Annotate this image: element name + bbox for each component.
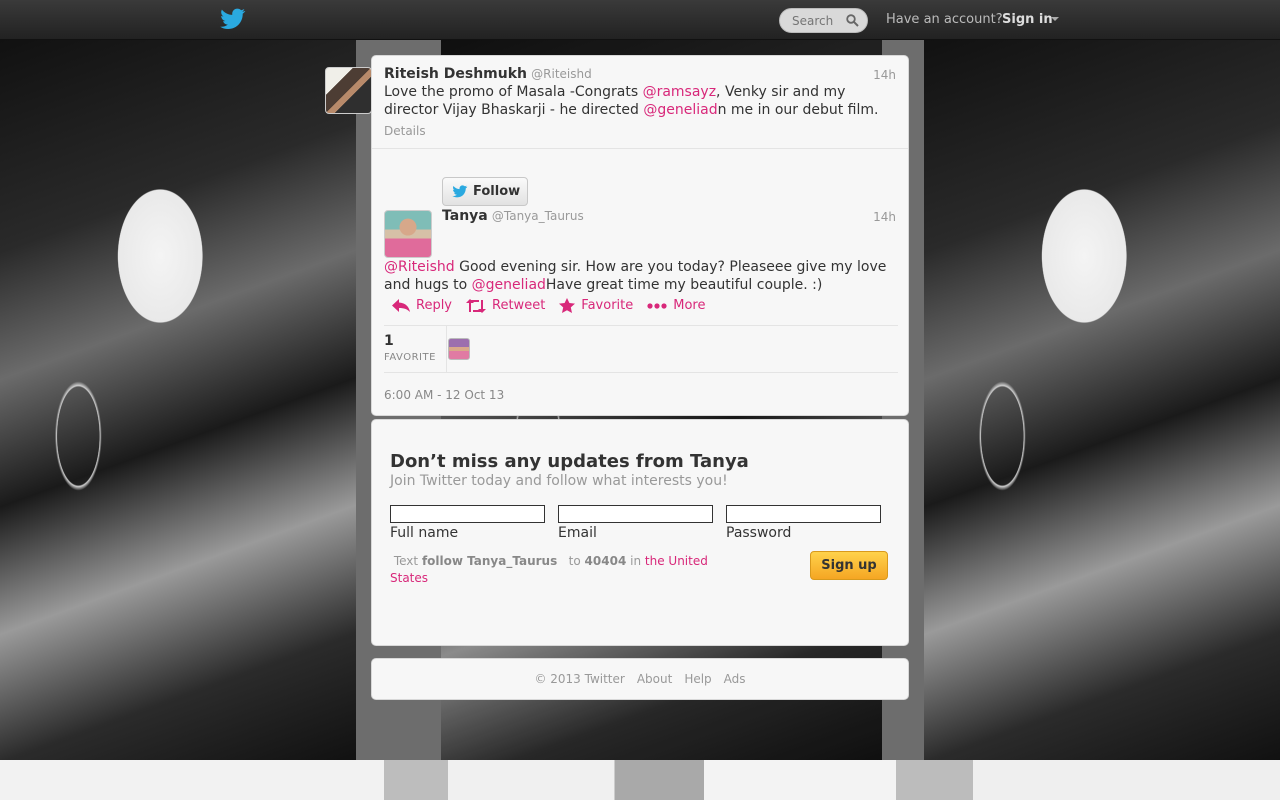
tweet-time[interactable]: 14h: [873, 210, 896, 224]
more-label: More: [673, 298, 706, 313]
signup-subtitle: Join Twitter today and follow what inter…: [390, 473, 728, 489]
follow-button[interactable]: Follow: [442, 177, 528, 206]
reply-label: Reply: [416, 298, 453, 313]
parent-tweet-text-part1: Love the promo of Masala -Congrats: [384, 84, 643, 100]
sms-command: follow Tanya_Taurus: [421, 554, 558, 568]
star-icon: [559, 298, 576, 313]
favorite-action[interactable]: Favorite: [559, 298, 633, 313]
copyright-text: © 2013 Twitter: [534, 672, 625, 686]
parent-tweet-avatar[interactable]: [325, 67, 372, 114]
tweet-stats: 1 FAVORITE: [384, 325, 898, 373]
footer-help-link[interactable]: Help: [684, 672, 711, 686]
favorite-count[interactable]: 1: [384, 333, 394, 349]
more-action[interactable]: More: [647, 298, 705, 313]
favorite-label: Favorite: [581, 298, 634, 313]
tweet-author-name[interactable]: Tanya: [442, 208, 488, 224]
password-field-group: Password: [726, 505, 881, 541]
full-name-label: Full name: [390, 525, 459, 541]
sms-number: 40404: [584, 554, 627, 568]
signup-card: Don’t miss any updates from Tanya Join T…: [371, 419, 909, 646]
favoriter-avatar[interactable]: [448, 338, 470, 360]
email-field-group: Email: [558, 505, 713, 541]
favorite-count-label: FAVORITE: [384, 352, 436, 363]
email-label: Email: [558, 525, 597, 541]
tweet-datetime[interactable]: 6:00 AM - 12 Oct 13: [384, 388, 504, 402]
full-name-input[interactable]: [390, 505, 545, 523]
tweet-author-handle[interactable]: @Tanya_Taurus: [492, 209, 584, 223]
retweet-icon: [466, 298, 487, 313]
background-photo-right: [924, 40, 1280, 760]
signup-button[interactable]: Sign up: [810, 551, 888, 580]
sms-to-word: to: [568, 554, 581, 568]
parent-tweet: Riteish Deshmukh @Riteishd 14h Love the …: [372, 56, 908, 149]
chevron-down-icon[interactable]: [1051, 17, 1059, 21]
mention-ramsayz-link[interactable]: @ramsayz: [643, 84, 716, 100]
more-dots-icon: [647, 302, 667, 309]
stats-divider: [446, 326, 447, 373]
top-navigation-bar: Have an account? Sign in: [0, 0, 1280, 40]
search-icon[interactable]: [846, 14, 859, 27]
twitter-bird-icon: [452, 185, 468, 198]
have-account-text: Have an account?: [886, 12, 1003, 27]
full-name-field-group: Full name: [390, 505, 545, 541]
parent-tweet-time[interactable]: 14h: [873, 68, 896, 82]
sms-text-word: Text: [393, 554, 419, 568]
parent-tweet-text: Love the promo of Masala -Congrats @rams…: [384, 83, 884, 119]
parent-tweet-handle[interactable]: @Riteishd: [531, 67, 592, 81]
reply-icon: [392, 299, 410, 312]
reply-action[interactable]: Reply: [392, 298, 452, 313]
tweet-text-part2: Have great time my beautiful couple. :): [545, 277, 823, 293]
twitter-bird-icon[interactable]: [220, 8, 246, 30]
tweet-card: Riteish Deshmukh @Riteishd 14h Love the …: [371, 55, 909, 416]
mention-riteishd-link[interactable]: @Riteishd: [384, 259, 455, 275]
sms-follow-hint: Text follow Tanya_Taurus to 40404 in the…: [390, 553, 720, 587]
follow-button-label: Follow: [473, 184, 521, 199]
footer: © 2013 Twitter About Help Ads: [371, 658, 909, 700]
retweet-action[interactable]: Retweet: [466, 298, 545, 313]
parent-tweet-name[interactable]: Riteish Deshmukh: [384, 66, 527, 82]
password-label: Password: [726, 525, 792, 541]
password-input[interactable]: [726, 505, 881, 523]
email-input[interactable]: [558, 505, 713, 523]
tweet-text: @Riteishd Good evening sir. How are you …: [384, 258, 899, 294]
sign-in-link[interactable]: Sign in: [1002, 12, 1053, 27]
parent-tweet-text-part3: n me in our debut film.: [717, 102, 879, 118]
search-box[interactable]: [779, 8, 868, 33]
mention-geneliad-link[interactable]: @geneliad: [472, 277, 546, 293]
footer-about-link[interactable]: About: [637, 672, 672, 686]
tweet-actions: Reply Retweet Favorite More: [392, 298, 719, 313]
details-link[interactable]: Details: [384, 124, 426, 138]
signup-title: Don’t miss any updates from Tanya: [390, 451, 749, 472]
tweet-author-avatar[interactable]: [384, 210, 432, 258]
footer-ads-link[interactable]: Ads: [724, 672, 746, 686]
background-photo-left: [0, 40, 356, 760]
background-bottom-strip: [0, 760, 1280, 800]
sms-in-word: in: [630, 554, 642, 568]
mention-geneliad-link[interactable]: @geneliad: [643, 102, 717, 118]
retweet-label: Retweet: [492, 298, 546, 313]
